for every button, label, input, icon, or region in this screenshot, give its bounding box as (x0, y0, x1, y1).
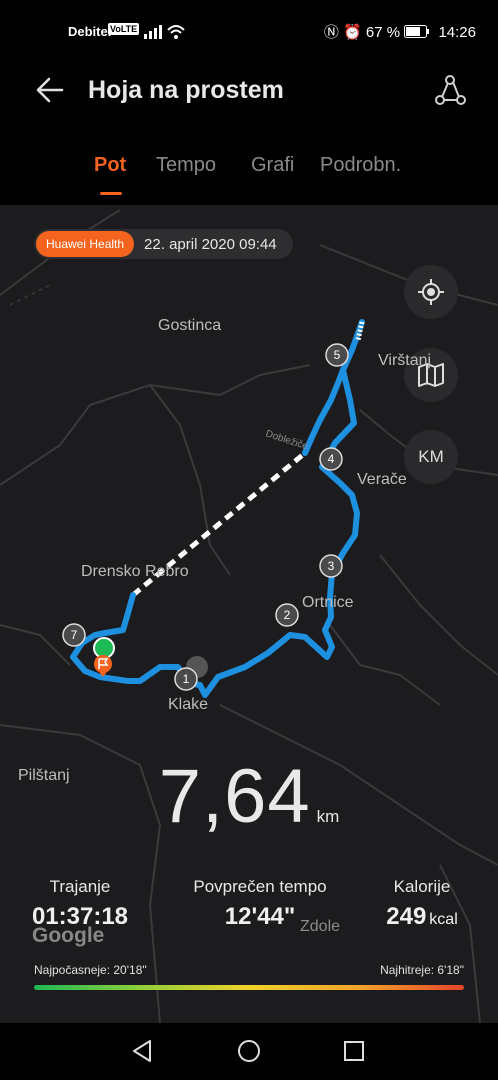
tab-grafi[interactable]: Grafi (251, 154, 294, 177)
km-marker-5: 5 (325, 343, 349, 367)
stat-pace: Povprečen tempo 12'44" (170, 877, 350, 931)
back-arrow-icon[interactable] (34, 74, 66, 106)
tab-podrobnosti[interactable]: Podrobn. (320, 154, 401, 177)
pace-gradient-bar (34, 985, 464, 990)
app-header: Hoja na prostem (0, 62, 498, 132)
duration-value: 01:37:18 (31, 903, 129, 930)
pace-value: 12'44" (224, 903, 296, 930)
route-share-icon[interactable] (432, 72, 468, 108)
map-border (9, 284, 51, 306)
place-drensko-rebro: Drensko Rebro (81, 563, 189, 580)
activity-date: 22. april 2020 09:44 (144, 235, 277, 253)
nfc-icon: Ⓝ (323, 24, 339, 41)
place-ortnice: Ortnice (302, 594, 354, 611)
volte-badge: VoLTE (108, 23, 140, 35)
locate-button[interactable] (404, 265, 458, 319)
alarm-icon: ⏰ (343, 24, 362, 41)
km-marker-2: 2 (275, 603, 299, 627)
km-marker-3: 3 (319, 554, 343, 578)
status-bar: Debitel VoLTE Ⓝ ⏰ 67 % 14:26 (0, 0, 498, 62)
fastest-pace: Najhitreje: 6'18" (380, 963, 464, 977)
carrier-name: Debitel (68, 24, 112, 39)
km-marker-4: 4 (319, 447, 343, 471)
route-path (70, 319, 365, 698)
calories-value-row: 249 kcal (370, 903, 474, 931)
km-marker-4-label: 4 (328, 452, 335, 466)
place-klake: Klake (168, 696, 209, 713)
distance-value: 7,64 (158, 754, 311, 839)
km-marker-5-label: 5 (334, 348, 341, 362)
signal-wifi-icon (144, 25, 185, 39)
status-right: Ⓝ ⏰ 67 % 14:26 (324, 21, 476, 42)
stat-calories: Kalorije 249 kcal (370, 877, 474, 931)
duration-label: Trajanje (49, 877, 111, 896)
page-title: Hoja na prostem (88, 76, 284, 104)
nav-home-icon[interactable] (235, 1037, 263, 1065)
activity-source-badge: Huawei Health 22. april 2020 09:44 (34, 229, 293, 259)
slowest-pace: Najpočasneje: 20'18" (34, 963, 147, 977)
nav-recents-icon[interactable] (340, 1037, 368, 1065)
battery-percent: 67 % (365, 24, 401, 41)
place-gostinca: Gostinca (158, 317, 222, 334)
clock: 14:26 (438, 24, 476, 41)
battery-icon (404, 25, 430, 38)
distance-display: 7,64 km (0, 753, 498, 840)
tab-bar: Pot Tempo Grafi Podrobn. (0, 140, 498, 200)
km-marker-2-label: 2 (284, 608, 291, 622)
km-marker-7: 7 (62, 623, 86, 647)
locate-icon (418, 279, 444, 305)
end-flag-marker-head (94, 655, 112, 673)
place-verace: Verače (357, 471, 407, 488)
calories-label: Kalorije (393, 877, 451, 896)
tab-pot[interactable]: Pot (94, 154, 126, 177)
calories-value: 249 (386, 903, 427, 930)
active-tab-indicator (100, 192, 122, 195)
route-map[interactable]: 1 2 3 4 5 7 Dobležiče Huawei Health 22. … (0, 205, 498, 1023)
road-label: Dobležiče (264, 428, 310, 452)
km-marker-1-label: 1 (183, 672, 190, 686)
distance-unit: km (316, 807, 340, 826)
system-nav-bar (0, 1023, 498, 1080)
calories-unit: kcal (429, 911, 458, 928)
unit-toggle-button[interactable]: KM (404, 430, 458, 484)
start-marker (93, 637, 115, 659)
nav-back-icon[interactable] (129, 1037, 157, 1065)
stat-duration: Trajanje 01:37:18 (20, 877, 140, 931)
km-marker-3-label: 3 (328, 559, 335, 573)
place-virstanj: Virštanj (378, 352, 432, 369)
km-marker-7-label: 7 (71, 628, 78, 642)
huawei-health-badge: Huawei Health (36, 231, 135, 257)
pace-label: Povprečen tempo (193, 877, 327, 896)
tab-tempo[interactable]: Tempo (156, 154, 216, 177)
